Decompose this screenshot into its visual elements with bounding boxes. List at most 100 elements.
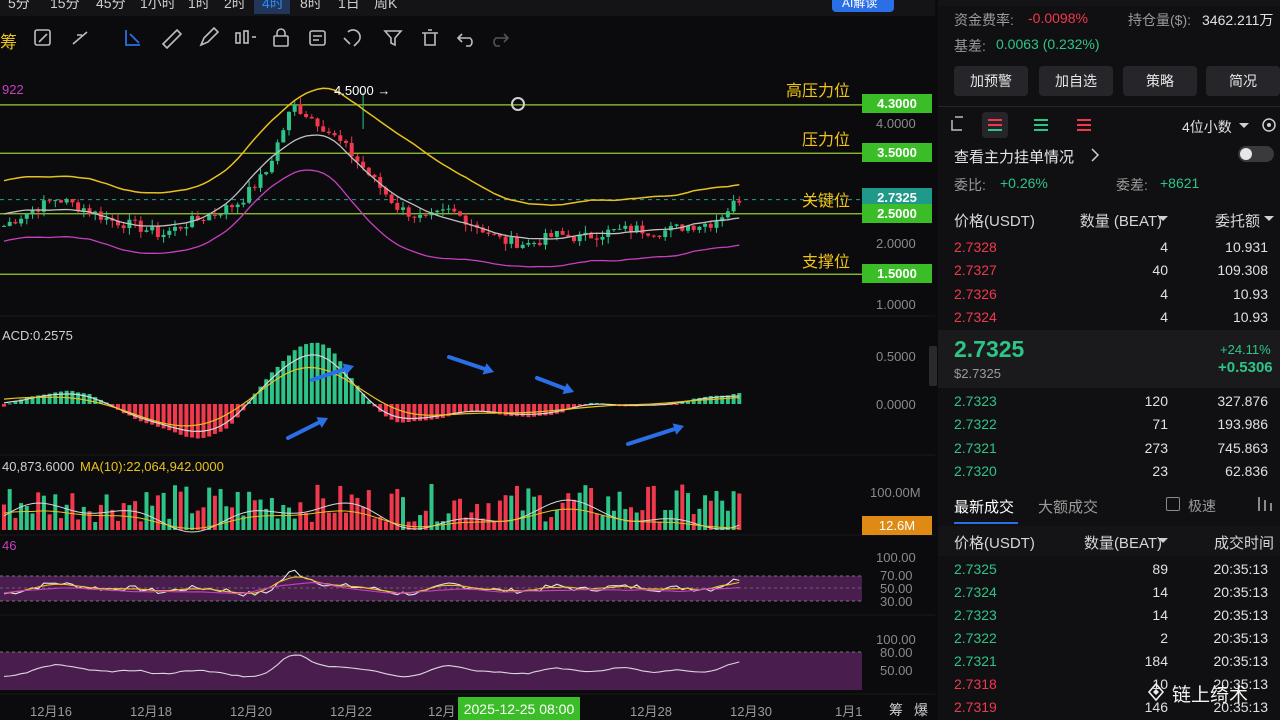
amount-sort-icon[interactable] <box>1264 215 1274 223</box>
candle-body <box>155 226 160 238</box>
candle-body <box>646 233 651 236</box>
bid-row[interactable]: 2.7322 71 193.986 <box>954 414 1274 436</box>
tab-timeframe-7[interactable]: 8时 <box>300 0 322 13</box>
volume-bar <box>520 510 525 530</box>
rsi-axis-100: 100.00 <box>876 550 916 565</box>
tab-timeframe-2[interactable]: 45分 <box>96 0 126 13</box>
volume-bar <box>298 502 303 530</box>
chips-icon[interactable]: 筹 <box>889 700 903 720</box>
speed-label: 极速 <box>1188 498 1216 514</box>
book-header-qty[interactable]: 数量 (BEAT) <box>1080 210 1162 231</box>
candle-body <box>309 117 314 119</box>
chart-area[interactable]: AI解读 筹 922 ACD:0.2575 40,873.6000 MA(10)… <box>0 0 937 720</box>
tab-large-trades[interactable]: 大额成交 <box>1038 496 1098 517</box>
ask-row[interactable]: 2.7328 4 10.931 <box>954 237 1274 259</box>
bid-price: 2.7322 <box>954 416 997 433</box>
level-tag-1.5-text: 1.5000 <box>877 266 917 281</box>
level-tag-4.3[interactable]: 4.3000 <box>862 94 932 113</box>
volume-bar <box>81 506 86 530</box>
trades-more-icon[interactable] <box>1256 495 1276 513</box>
tab-latest-trades[interactable]: 最新成交 <box>954 496 1014 517</box>
candle-body <box>144 230 149 232</box>
book-settings-icon[interactable] <box>1260 116 1278 134</box>
tab-timeframe-6[interactable]: 4时 <box>262 0 284 13</box>
level-tag-1.5[interactable]: 1.5000 <box>862 264 932 283</box>
candle-body <box>401 207 405 210</box>
tab-timeframe-5[interactable]: 2时 <box>224 0 246 13</box>
decimals-select[interactable]: 4位小数 <box>1182 117 1232 137</box>
volume-bar <box>606 496 611 530</box>
add-alert-button[interactable]: 加预警 <box>954 66 1028 96</box>
candle-body <box>725 211 730 218</box>
speed-checkbox[interactable] <box>1166 497 1180 511</box>
volume-bar <box>309 521 314 530</box>
tab-timeframe-9[interactable]: 周K <box>374 0 397 13</box>
trade-price: 2.7325 <box>954 561 997 577</box>
ask-qty: 4 <box>1160 239 1168 255</box>
trades-qty-sort-icon[interactable] <box>1158 537 1168 545</box>
trades-header-qty[interactable]: 数量(BEAT) <box>1084 532 1162 553</box>
collapse-handle[interactable] <box>929 346 937 386</box>
book-header-price: 价格(USDT) <box>954 213 1035 230</box>
volume-bar <box>572 499 576 530</box>
rsi-label: 46 <box>2 538 17 553</box>
trend-arrow <box>286 420 322 440</box>
main-orders-chevron-icon[interactable] <box>1090 148 1100 162</box>
ask-amount: 10.93 <box>1232 285 1268 302</box>
level-tag-2.5[interactable]: 2.5000 <box>862 204 932 223</box>
trades-header: 价格(USDT) 数量(BEAT) 成交时间 <box>954 530 1274 552</box>
strategy-button[interactable]: 策略 <box>1123 66 1197 96</box>
volume-bar <box>338 485 343 530</box>
volume-label: 40,873.6000 <box>2 459 75 474</box>
volume-tag: 12.6M <box>862 516 932 535</box>
bid-row[interactable]: 2.7323 120 327.876 <box>954 391 1274 413</box>
tab-timeframe-4[interactable]: 1时 <box>188 0 210 13</box>
candle-body <box>446 208 451 210</box>
bid-amount: 327.876 <box>1217 393 1268 409</box>
drawing-anchor-icon <box>511 97 525 111</box>
candle-body <box>212 214 217 216</box>
volume-bar <box>708 500 713 530</box>
volume-bar <box>549 517 554 530</box>
trend-arrow <box>447 355 487 371</box>
liquidation-icon[interactable]: 爆 <box>914 700 928 720</box>
book-header: 价格(USDT) 数量 (BEAT) 委托额 <box>954 208 1274 230</box>
price-chart[interactable] <box>0 0 935 720</box>
tab-timeframe-3[interactable]: 1小时 <box>140 0 176 13</box>
candle-body <box>167 230 172 235</box>
volume-bar <box>332 512 337 530</box>
candle-body <box>321 126 326 132</box>
change-abs: +0.5306 <box>1218 359 1273 376</box>
bid-row[interactable]: 2.7320 23 62.836 <box>954 461 1274 483</box>
decimals-chevron-icon[interactable] <box>1238 121 1250 131</box>
volume-bar <box>76 519 81 530</box>
tab-timeframe-1[interactable]: 15分 <box>50 0 80 13</box>
x-axis-label-dec20: 12月20 <box>230 704 272 719</box>
ask-row[interactable]: 2.7326 4 10.93 <box>954 284 1274 306</box>
main-orders-toggle[interactable] <box>1238 146 1274 162</box>
tab-timeframe-8[interactable]: 1日 <box>338 0 360 13</box>
watermark-logo-icon <box>1147 682 1165 702</box>
candle-body <box>332 132 337 136</box>
book-view-icons[interactable] <box>946 112 1106 138</box>
tab-timeframe-0[interactable]: 5分 <box>8 0 30 13</box>
volume-bar <box>537 495 542 530</box>
volume-bar <box>566 493 571 530</box>
qty-sort-icon[interactable] <box>1158 215 1168 223</box>
ask-row[interactable]: 2.7324 4 10.93 <box>954 307 1274 329</box>
summary-button[interactable]: 简况 <box>1206 66 1280 96</box>
ask-amount: 109.308 <box>1217 262 1268 279</box>
volume-bar <box>361 506 366 530</box>
ask-qty: 4 <box>1160 308 1168 325</box>
add-watchlist-button[interactable]: 加自选 <box>1039 66 1113 96</box>
macd-bar <box>201 404 206 438</box>
last-price-usd: $2.7325 <box>954 366 1001 381</box>
bid-row[interactable]: 2.7321 273 745.863 <box>954 438 1274 460</box>
add-watchlist-label: 加自选 <box>1055 73 1097 89</box>
volume-bar <box>589 488 594 530</box>
ask-row[interactable]: 2.7327 40 109.308 <box>954 260 1274 282</box>
level-tag-3.5[interactable]: 3.5000 <box>862 143 932 162</box>
book-header-amount[interactable]: 委托额 <box>1215 210 1260 231</box>
main-orders-link[interactable]: 查看主力挂单情况 <box>954 146 1074 167</box>
strategy-label: 策略 <box>1146 73 1174 89</box>
